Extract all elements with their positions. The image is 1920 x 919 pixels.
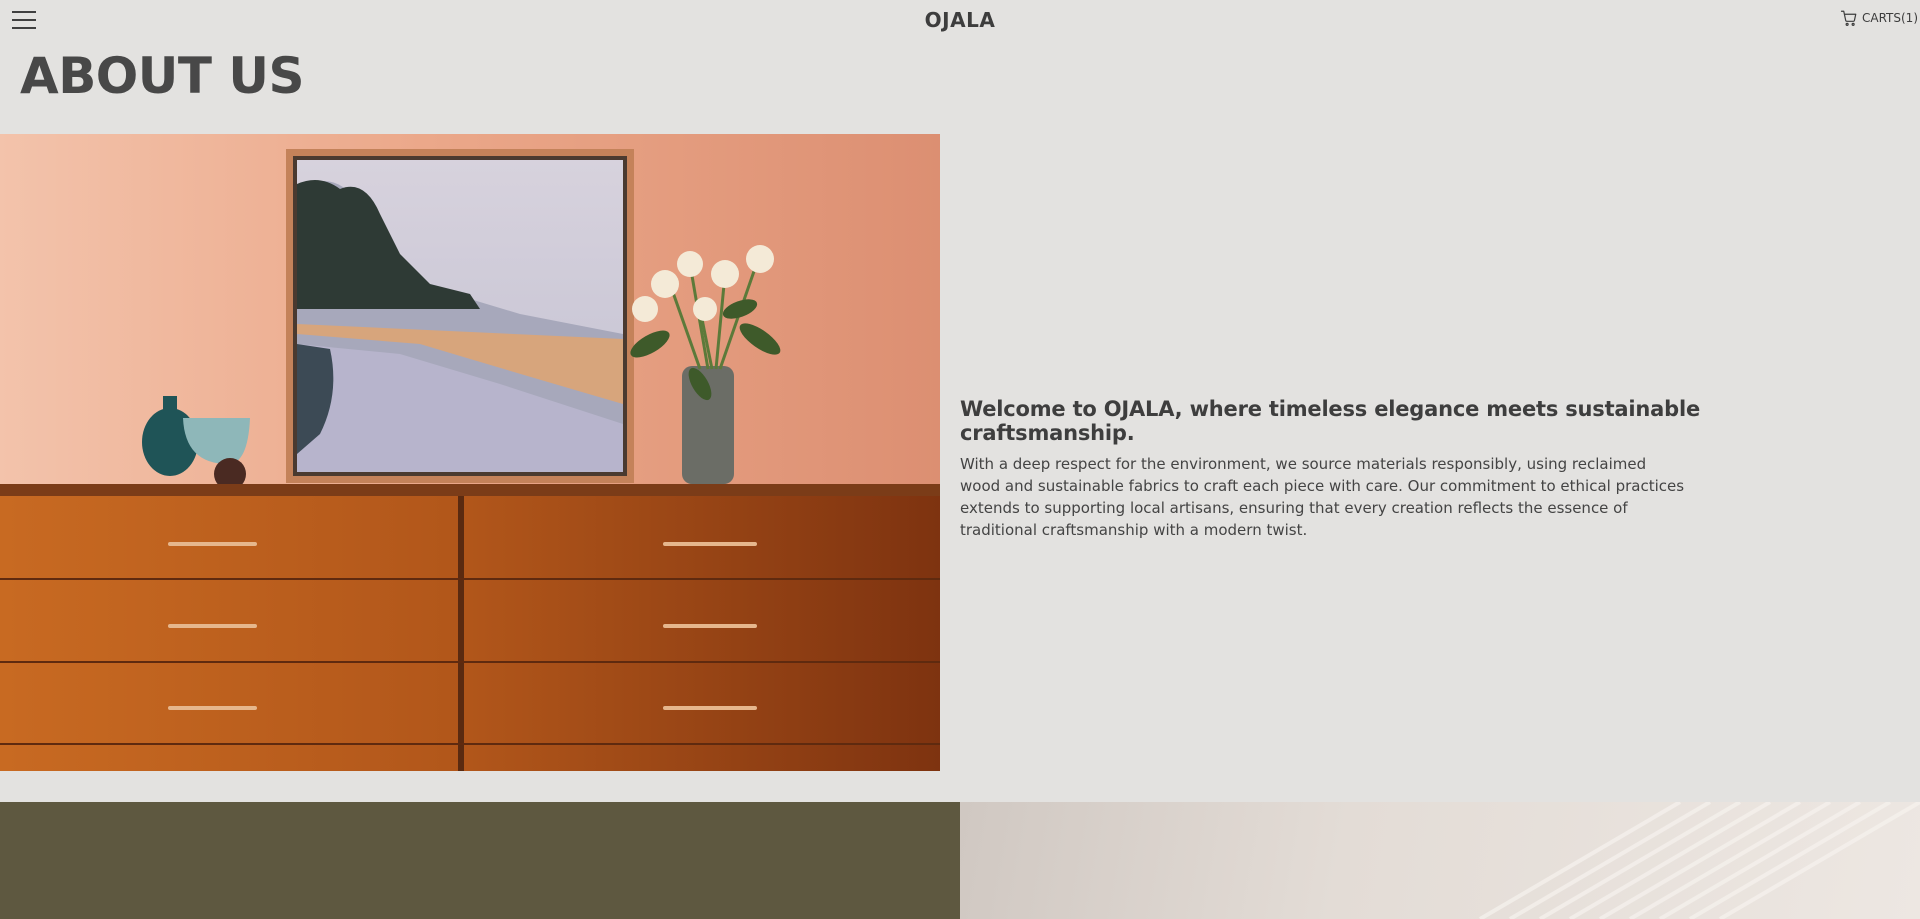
cart-button[interactable]: CARTS(1) bbox=[1840, 9, 1918, 27]
site-header: OJALA CARTS(1) bbox=[0, 0, 1920, 40]
brand-logo[interactable]: OJALA bbox=[0, 8, 1920, 32]
shopping-cart-icon bbox=[1840, 10, 1857, 26]
about-intro: Welcome to OJALA, where timeless eleganc… bbox=[960, 397, 1880, 541]
cart-label: CARTS(1) bbox=[1862, 11, 1918, 25]
interior-image bbox=[960, 802, 1920, 919]
page-title: ABOUT US bbox=[20, 47, 305, 105]
hero-image bbox=[0, 134, 940, 771]
olive-panel bbox=[0, 802, 960, 919]
about-body: With a deep respect for the environment,… bbox=[960, 455, 1685, 539]
about-headline: Welcome to OJALA, where timeless eleganc… bbox=[960, 397, 1700, 445]
